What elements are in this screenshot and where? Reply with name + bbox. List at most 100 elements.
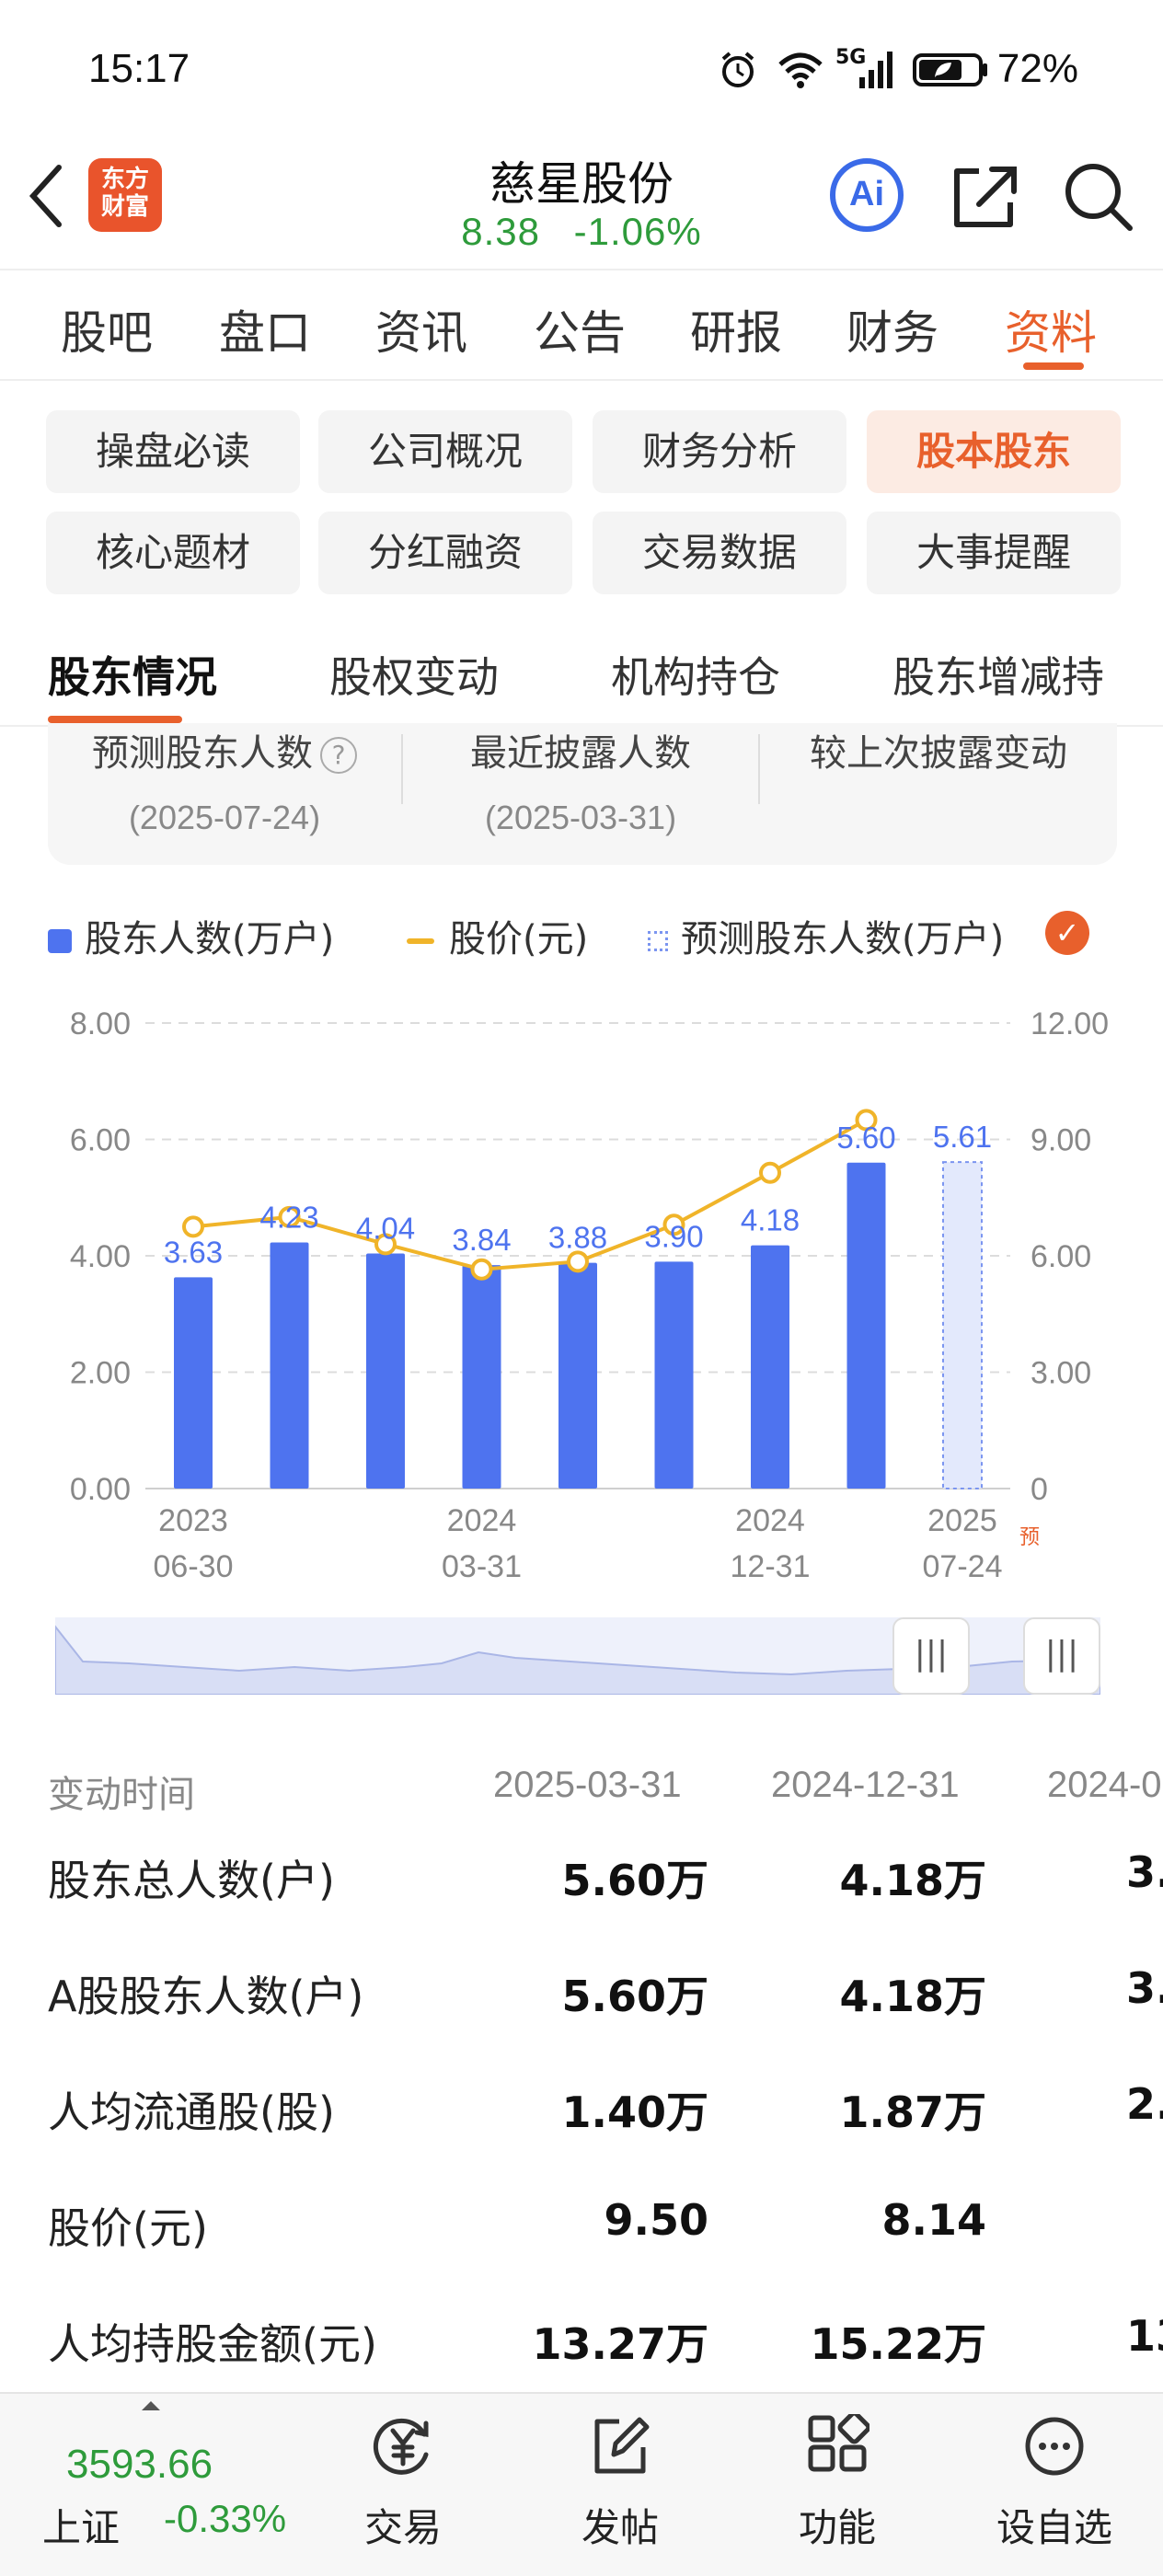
bar: [751, 1245, 789, 1489]
table-col-3: 2024-0: [1047, 1765, 1162, 1805]
wifi-icon: [778, 52, 823, 88]
data-label: 3.63: [164, 1235, 223, 1269]
y-left-tick-label: 8.00: [70, 1006, 131, 1041]
ai-label: Ai: [849, 175, 884, 213]
tab-research[interactable]: 研报: [690, 296, 782, 362]
x-tick-year: 2025: [927, 1503, 997, 1538]
index-name: 上证: [42, 2505, 121, 2550]
legend-line[interactable]: 股价(元): [407, 909, 588, 962]
row-label-total-holders: 股东总人数(户): [48, 1856, 335, 1905]
data-label: 4.23: [259, 1200, 318, 1234]
nav-trade[interactable]: 交易: [329, 2414, 477, 2553]
index-value: 3593.66: [66, 2442, 213, 2487]
row-label-a-share-holders: A股股东人数(户): [48, 1972, 364, 2021]
forecast-toggle-check-icon[interactable]: ✓: [1045, 911, 1089, 955]
chart-range-slider[interactable]: ||| |||: [55, 1617, 1100, 1695]
share-icon[interactable]: [951, 162, 1019, 230]
status-bar: 15:17 5G 72%: [0, 0, 1163, 138]
nav-post-label: 发帖: [581, 2505, 659, 2550]
chip-shareholders[interactable]: 股本股东: [867, 410, 1121, 493]
y-left-tick-label: 4.00: [70, 1239, 131, 1274]
table-cell: 13.27万: [532, 2319, 708, 2369]
slider-right-handle[interactable]: |||: [1023, 1617, 1100, 1695]
grid-icon: [808, 2410, 871, 2472]
subtab-shareholder-status[interactable]: 股东情况: [48, 644, 217, 705]
data-label: 3.88: [548, 1221, 607, 1255]
x-tick-date: 06-30: [154, 1549, 234, 1584]
chip-events[interactable]: 大事提醒: [867, 512, 1121, 594]
tab-guba[interactable]: 股吧: [61, 296, 153, 362]
battery-icon: [913, 53, 987, 86]
bar: [174, 1277, 213, 1489]
chip-dividend-financing[interactable]: 分红融资: [318, 512, 572, 594]
alarm-icon: [721, 52, 754, 87]
x-tick-date: 07-24: [923, 1549, 1003, 1584]
forecast-swatch: [648, 931, 668, 951]
y-left-tick-label: 0.00: [70, 1472, 131, 1507]
x-tick-year: 2023: [158, 1503, 228, 1538]
legend-bar[interactable]: 股东人数(万户): [48, 909, 334, 962]
x-tick-date: 03-31: [442, 1549, 522, 1584]
row-label-float-per-holder: 人均流通股(股): [48, 2087, 335, 2137]
stock-price: 8.38: [461, 210, 540, 253]
active-subtab-indicator: [48, 716, 182, 723]
line-swatch: [407, 938, 434, 944]
nav-add-watchlist-label: 设自选: [996, 2505, 1112, 2550]
forecast-bar: [942, 1161, 983, 1489]
tab-profile[interactable]: 资料: [1005, 296, 1097, 362]
more-icon: [1025, 2417, 1084, 2476]
data-label: 3.90: [644, 1219, 703, 1253]
bar: [846, 1162, 886, 1489]
row-label-value-per-holder: 人均持股金额(元): [48, 2319, 377, 2369]
chip-core-themes[interactable]: 核心题材: [46, 512, 300, 594]
bottom-bar: 3593.66 上证 -0.33% 交易 发帖 功能 设自选: [0, 2392, 1163, 2576]
price-point: [182, 1215, 204, 1238]
stock-change: -1.06%: [573, 210, 702, 253]
table-cell: 15.22万: [810, 2319, 986, 2369]
table-cell: 2.: [1126, 2079, 1163, 2129]
search-icon[interactable]: [1062, 160, 1135, 234]
y-right-tick-label: 6.00: [1031, 1239, 1091, 1274]
signal-icon: [859, 52, 892, 88]
subtab-holding-changes[interactable]: 股东增减持: [892, 644, 1104, 705]
data-label: 4.18: [741, 1203, 800, 1237]
table-cell: 1.40万: [561, 2087, 709, 2137]
forecast-marker: 预: [1019, 1525, 1040, 1548]
chevron-up-icon[interactable]: [140, 2399, 162, 2412]
subtab-equity-change[interactable]: 股权变动: [329, 644, 499, 705]
table-cell: 4.18万: [839, 1972, 987, 2021]
yen-refresh-icon: [373, 2418, 429, 2475]
ai-button[interactable]: Ai: [830, 158, 904, 232]
nav-functions[interactable]: 功能: [764, 2410, 911, 2553]
legend-forecast[interactable]: 预测股东人数(万户): [648, 909, 1004, 962]
subtab-institution-holdings[interactable]: 机构持仓: [611, 644, 780, 705]
summary-forecast-title: 预测股东人数: [92, 732, 313, 775]
top-tabs: 股吧 盘口 资讯 公告 研报 财务 资料: [0, 269, 1163, 381]
nav-functions-label: 功能: [798, 2505, 876, 2550]
table-header-label: 变动时间: [48, 1775, 195, 1815]
slider-left-handle[interactable]: |||: [892, 1617, 970, 1695]
table-col-2: 2024-12-31: [771, 1765, 960, 1805]
summary-forecast-date: (2025-07-24): [128, 799, 321, 836]
tab-announcement[interactable]: 公告: [534, 296, 626, 362]
tab-news[interactable]: 资讯: [375, 296, 467, 362]
summary-change: 较上次披露变动: [760, 723, 1117, 776]
chip-trading-guide[interactable]: 操盘必读: [46, 410, 300, 493]
y-right-tick-label: 3.00: [1031, 1356, 1091, 1391]
help-icon[interactable]: ?: [320, 737, 357, 774]
chip-trading-data[interactable]: 交易数据: [593, 512, 846, 594]
table-cell: 5.60万: [561, 1972, 709, 2021]
data-label: 4.04: [356, 1211, 415, 1245]
nav-post[interactable]: 发帖: [547, 2414, 694, 2553]
table-cell: 9.50: [604, 2195, 709, 2245]
bar: [366, 1253, 405, 1489]
chip-company-overview[interactable]: 公司概况: [318, 410, 572, 493]
tab-finance[interactable]: 财务: [846, 296, 938, 362]
data-label: 5.61: [933, 1120, 992, 1154]
edit-icon: [594, 2417, 650, 2474]
nav-add-watchlist[interactable]: 设自选: [981, 2414, 1128, 2553]
table-cell: 3.: [1126, 1963, 1163, 2013]
chip-financial-analysis[interactable]: 财务分析: [593, 410, 846, 493]
tab-pankou[interactable]: 盘口: [219, 296, 311, 362]
data-label: 3.84: [452, 1223, 511, 1257]
